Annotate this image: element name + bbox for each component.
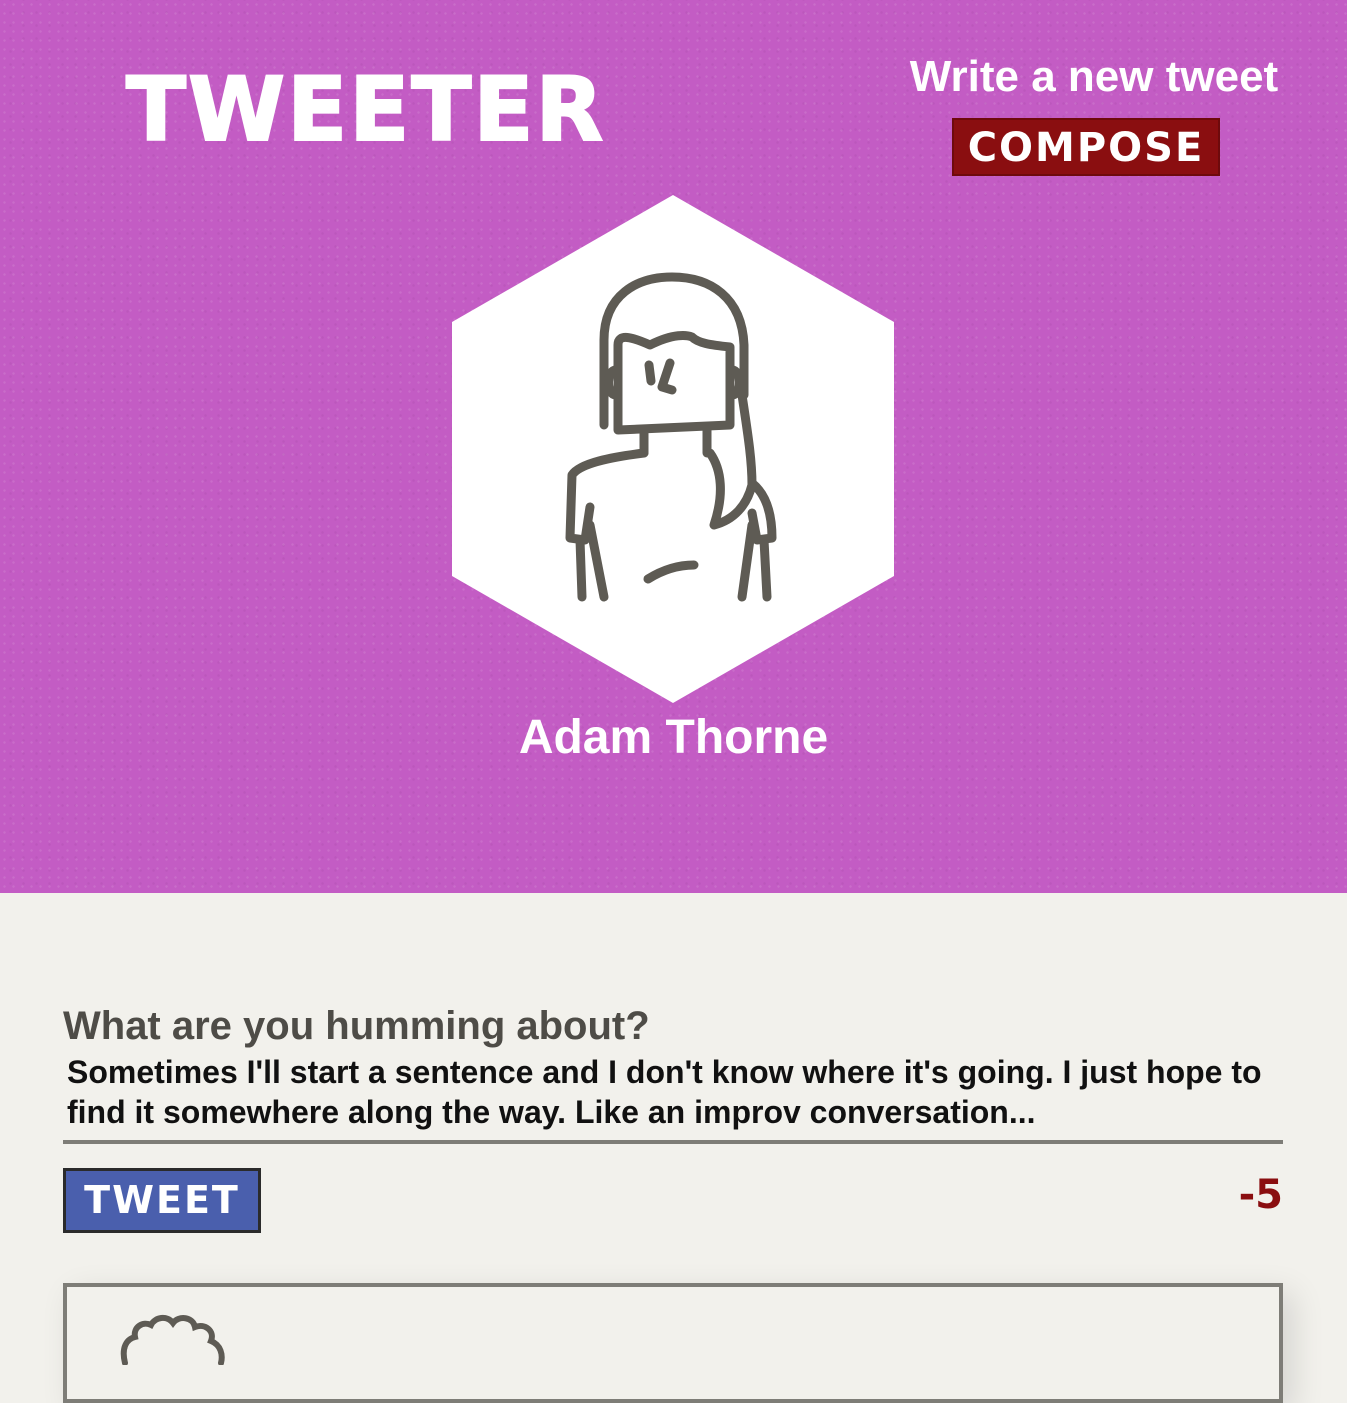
tweet-composer: What are you humming about? Sometimes I'… (63, 1000, 1283, 1233)
compose-group: Write a new tweet COMPOSE (880, 52, 1292, 176)
tweet-button[interactable]: TWEET (63, 1168, 261, 1233)
profile-header: TWEETER Write a new tweet COMPOSE Adam T… (0, 0, 1347, 893)
app-logo[interactable]: TWEETER (125, 59, 605, 161)
user-avatar-icon (452, 195, 894, 703)
tweet-author-avatar-icon (120, 1315, 225, 1365)
composer-label: What are you humming about? (63, 1004, 650, 1048)
profile-name: Adam Thorne (518, 711, 829, 764)
tweet-text-input[interactable]: Sometimes I'll start a sentence and I do… (63, 1052, 1283, 1144)
character-counter: -5 (1238, 1172, 1283, 1218)
compose-button[interactable]: COMPOSE (951, 118, 1221, 176)
compose-hint: Write a new tweet (909, 52, 1279, 101)
tweet-card (63, 1283, 1283, 1403)
